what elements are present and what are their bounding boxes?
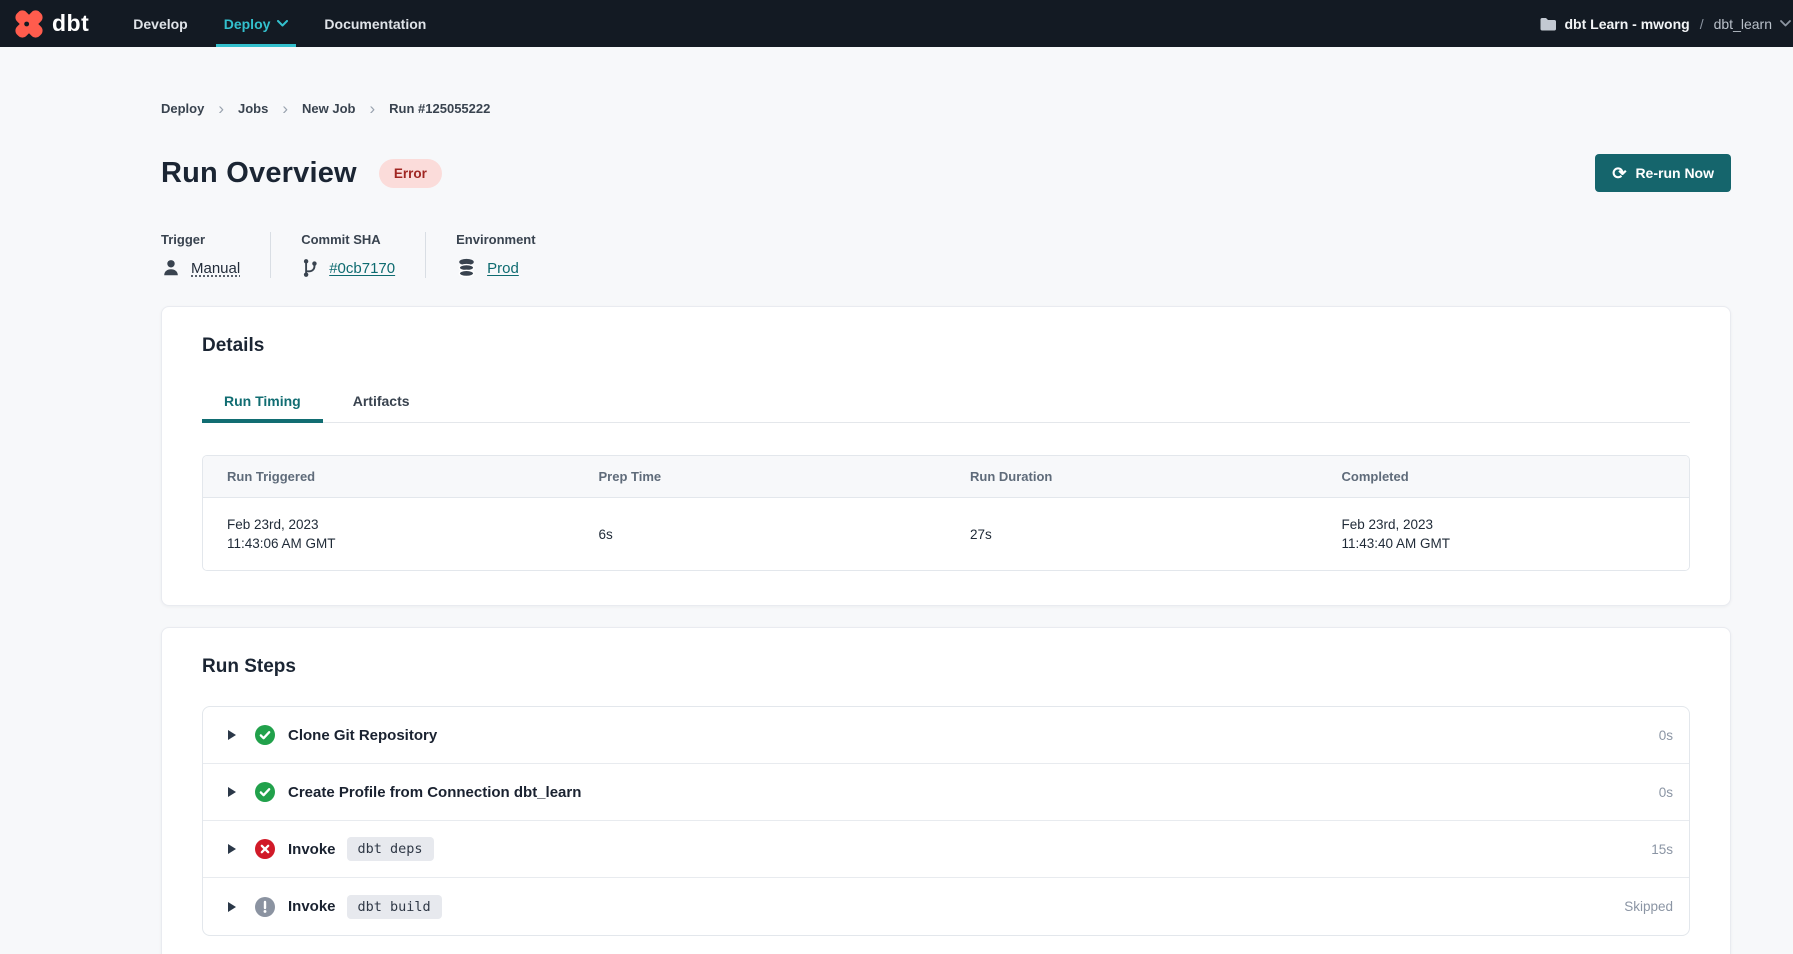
- database-icon: [456, 258, 477, 278]
- meta-commit-sha: Commit SHA #0cb7170: [270, 232, 425, 278]
- folder-icon: [1539, 16, 1557, 32]
- table-header-row: Run Triggered Prep Time Run Duration Com…: [203, 456, 1689, 498]
- step-duration: 15s: [1651, 842, 1673, 857]
- environment-link[interactable]: Prod: [487, 260, 519, 277]
- caret-right-icon[interactable]: [228, 730, 236, 740]
- breadcrumb-new-job[interactable]: New Job: [302, 101, 355, 116]
- step-clone-git-repository[interactable]: Clone Git Repository 0s: [203, 707, 1689, 764]
- nav-items: Develop Deploy Documentation: [115, 0, 444, 47]
- chevron-down-icon: [1780, 20, 1791, 27]
- breadcrumb-chevron-icon: ›: [282, 100, 288, 117]
- page-title: Run Overview: [161, 157, 357, 190]
- step-label: Invoke: [288, 898, 336, 915]
- step-duration: 0s: [1659, 728, 1673, 743]
- dbt-mark-icon: [14, 9, 44, 39]
- step-label: Invoke: [288, 841, 336, 858]
- tab-artifacts[interactable]: Artifacts: [331, 383, 432, 422]
- cell-run-triggered: Feb 23rd, 2023 11:43:06 AM GMT: [203, 498, 575, 570]
- status-badge: Error: [379, 159, 442, 188]
- account-project-name: dbt Learn - mwong: [1565, 16, 1690, 32]
- success-check-icon: [255, 782, 275, 802]
- person-icon: [161, 258, 181, 278]
- step-label: Create Profile from Connection dbt_learn: [288, 784, 581, 801]
- account-environment-name: dbt_learn: [1714, 16, 1772, 32]
- refresh-icon: ⟳: [1612, 165, 1626, 182]
- meta-trigger: Trigger Manual: [161, 232, 270, 278]
- skipped-exclamation-icon: [255, 897, 275, 917]
- step-duration: 0s: [1659, 785, 1673, 800]
- caret-right-icon[interactable]: [228, 902, 236, 912]
- chevron-down-icon: [277, 20, 288, 27]
- main-content: Deploy › Jobs › New Job › Run #125055222…: [0, 47, 1793, 954]
- account-switcher[interactable]: dbt Learn - mwong / dbt_learn: [1539, 0, 1793, 47]
- breadcrumb-deploy[interactable]: Deploy: [161, 101, 204, 116]
- caret-right-icon[interactable]: [228, 787, 236, 797]
- breadcrumb-run-id: Run #125055222: [389, 101, 490, 116]
- run-steps-list: Clone Git Repository 0s Create Profile f…: [202, 706, 1690, 936]
- col-run-duration: Run Duration: [946, 456, 1318, 497]
- col-prep-time: Prep Time: [575, 456, 947, 497]
- top-navigation: dbt Develop Deploy Documentation dbt Lea…: [0, 0, 1793, 47]
- logo-wordmark: dbt: [52, 10, 89, 37]
- git-branch-icon: [301, 258, 319, 278]
- success-check-icon: [255, 725, 275, 745]
- commit-sha-link[interactable]: #0cb7170: [329, 260, 395, 277]
- step-invoke-dbt-build[interactable]: Invoke dbt build Skipped: [203, 878, 1689, 935]
- step-duration: Skipped: [1624, 899, 1673, 914]
- step-create-profile[interactable]: Create Profile from Connection dbt_learn…: [203, 764, 1689, 821]
- caret-right-icon[interactable]: [228, 844, 236, 854]
- step-command-chip: dbt build: [347, 895, 442, 919]
- error-x-icon: [255, 839, 275, 859]
- page-header: Run Overview Error ⟳ Re-run Now: [161, 154, 1731, 192]
- col-completed: Completed: [1318, 456, 1690, 497]
- step-command-chip: dbt deps: [347, 837, 434, 861]
- breadcrumb: Deploy › Jobs › New Job › Run #125055222: [161, 100, 1731, 117]
- breadcrumb-jobs[interactable]: Jobs: [238, 101, 268, 116]
- trigger-label: Trigger: [161, 232, 240, 247]
- run-meta: Trigger Manual Commit SHA #0cb7170: [161, 232, 1731, 278]
- step-label: Clone Git Repository: [288, 727, 437, 744]
- rerun-now-button[interactable]: ⟳ Re-run Now: [1595, 154, 1731, 192]
- nav-item-develop[interactable]: Develop: [115, 0, 205, 47]
- cell-completed: Feb 23rd, 2023 11:43:40 AM GMT: [1318, 498, 1690, 570]
- nav-item-deploy[interactable]: Deploy: [206, 0, 307, 47]
- col-run-triggered: Run Triggered: [203, 456, 575, 497]
- nav-item-documentation[interactable]: Documentation: [306, 0, 444, 47]
- step-invoke-dbt-deps[interactable]: Invoke dbt deps 15s: [203, 821, 1689, 878]
- details-heading: Details: [202, 335, 1690, 357]
- dbt-logo[interactable]: dbt: [0, 0, 115, 47]
- details-tabs: Run Timing Artifacts: [202, 383, 1690, 423]
- commit-sha-label: Commit SHA: [301, 232, 395, 247]
- run-steps-heading: Run Steps: [202, 656, 1690, 678]
- trigger-value: Manual: [191, 260, 240, 277]
- tab-run-timing[interactable]: Run Timing: [202, 383, 323, 422]
- run-steps-card: Run Steps Clone Git Repository 0s Create…: [161, 627, 1731, 954]
- breadcrumb-chevron-icon: ›: [370, 100, 376, 117]
- run-timing-table: Run Triggered Prep Time Run Duration Com…: [202, 455, 1690, 571]
- account-separator: /: [1698, 16, 1706, 32]
- meta-environment: Environment Prod: [425, 232, 565, 278]
- cell-run-duration: 27s: [946, 498, 1318, 570]
- breadcrumb-chevron-icon: ›: [218, 100, 224, 117]
- table-row: Feb 23rd, 2023 11:43:06 AM GMT 6s 27s Fe…: [203, 498, 1689, 570]
- cell-prep-time: 6s: [575, 498, 947, 570]
- environment-label: Environment: [456, 232, 535, 247]
- details-card: Details Run Timing Artifacts Run Trigger…: [161, 306, 1731, 606]
